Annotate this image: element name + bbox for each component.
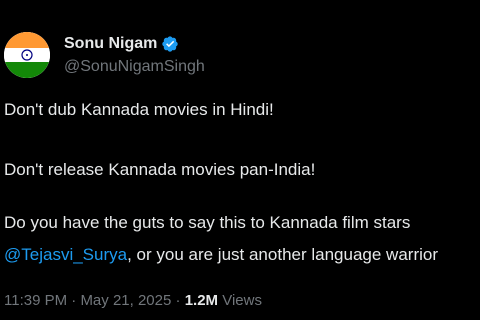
india-flag-avatar-icon bbox=[4, 32, 50, 78]
views-label: Views bbox=[218, 292, 262, 309]
tweet-meta: 11:39 PM · May 21, 2025 · 1.2M Views bbox=[4, 291, 262, 311]
tweet-card: Sonu Nigam @SonuNigamSingh Don't dub Kan… bbox=[0, 0, 480, 320]
tweet-text-line: Don't release Kannada movies pan-India! bbox=[4, 160, 316, 179]
tweet-text-fragment: , or you are just another language warri… bbox=[127, 245, 438, 264]
meta-separator: · bbox=[171, 292, 185, 309]
meta-separator: · bbox=[67, 292, 81, 309]
views-count: 1.2M bbox=[184, 292, 219, 309]
avatar[interactable] bbox=[4, 32, 50, 78]
tweet-date[interactable]: May 21, 2025 bbox=[80, 292, 171, 309]
verified-badge-icon bbox=[161, 35, 179, 53]
tweet-time[interactable]: 11:39 PM bbox=[4, 292, 67, 309]
mention-link[interactable]: @Tejasvi_Surya bbox=[4, 245, 127, 264]
author-handle[interactable]: @SonuNigamSingh bbox=[64, 57, 205, 77]
tweet-text-line: Do you have the guts to say this to Kann… bbox=[4, 213, 411, 232]
tweet-text-line: Don't dub Kannada movies in Hindi! bbox=[4, 100, 274, 119]
tweet-text-line: @Tejasvi_Surya, or you are just another … bbox=[4, 244, 438, 266]
author-name[interactable]: Sonu Nigam bbox=[64, 34, 157, 54]
author-name-row: Sonu Nigam bbox=[64, 33, 179, 55]
